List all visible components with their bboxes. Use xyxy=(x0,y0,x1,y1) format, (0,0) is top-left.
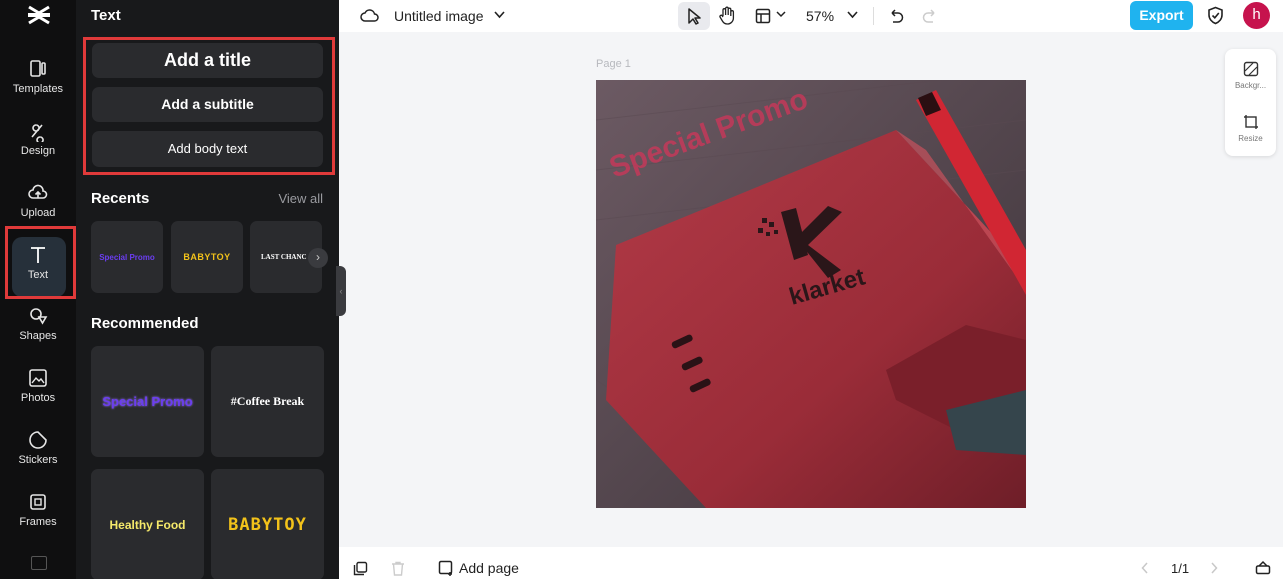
rail-label: Design xyxy=(20,145,56,157)
recents-heading: Recents xyxy=(91,190,150,207)
more-icon[interactable] xyxy=(31,556,47,570)
rail-item-stickers[interactable]: Stickers xyxy=(0,429,76,485)
resize-tool-label: Resize xyxy=(1238,134,1263,143)
design-icon xyxy=(31,124,44,142)
panel-title: Text xyxy=(91,7,121,24)
select-tool-button[interactable] xyxy=(678,2,710,30)
chevron-down-icon[interactable] xyxy=(847,11,858,19)
recommended-text-special-promo[interactable]: Special Promo xyxy=(91,346,204,457)
user-avatar[interactable]: h xyxy=(1243,2,1270,29)
frames-icon xyxy=(30,494,46,510)
recommended-text-healthy-food[interactable]: Healthy Food xyxy=(91,469,204,579)
rail-label: Photos xyxy=(20,392,56,404)
shield-check-icon[interactable] xyxy=(1207,6,1224,25)
redo-icon[interactable] xyxy=(922,8,938,23)
templates-icon xyxy=(30,60,46,77)
undo-icon[interactable] xyxy=(888,8,904,23)
chevron-right-icon[interactable] xyxy=(1210,562,1218,574)
photos-icon xyxy=(29,369,47,387)
rail-item-frames[interactable]: Frames xyxy=(0,491,76,547)
design-canvas[interactable]: klarket Special Promo xyxy=(596,80,1026,508)
page-label: Page 1 xyxy=(596,58,631,70)
canvas-photo: klarket Special Promo xyxy=(596,80,1026,508)
resize-tool[interactable]: Resize xyxy=(1225,114,1276,143)
recommended-text-babytoy[interactable]: BABYTOY xyxy=(211,469,324,579)
trash-icon[interactable] xyxy=(391,561,405,576)
resize-icon xyxy=(1243,115,1258,129)
recommended-heading: Recommended xyxy=(91,315,199,332)
view-all-link[interactable]: View all xyxy=(278,191,323,206)
highlight-box-panel xyxy=(83,37,335,175)
divider xyxy=(873,7,874,25)
rail-item-templates[interactable]: Templates xyxy=(0,58,76,114)
chevron-right-icon[interactable]: › xyxy=(308,248,328,268)
highlight-box-rail xyxy=(5,226,76,299)
hand-pan-icon[interactable] xyxy=(718,6,736,25)
chevron-left-icon[interactable] xyxy=(1141,562,1149,574)
cloud-save-icon[interactable] xyxy=(360,7,379,24)
rail-label: Stickers xyxy=(18,454,58,466)
side-tools-panel: Backgr... Resize xyxy=(1225,49,1276,156)
upload-cloud-icon xyxy=(28,184,48,199)
background-tool-label: Backgr... xyxy=(1234,81,1267,90)
rail-label: Shapes xyxy=(19,330,57,342)
duplicate-page-icon[interactable] xyxy=(353,561,368,576)
add-page-icon xyxy=(438,560,453,576)
cursor-arrow-icon xyxy=(688,8,701,25)
rail-item-photos[interactable]: Photos xyxy=(0,367,76,423)
add-page-button[interactable]: Add page xyxy=(459,552,519,579)
recent-text-special-promo[interactable]: Special Promo xyxy=(91,221,163,293)
chevron-down-icon[interactable] xyxy=(494,11,505,19)
pages-panel-icon[interactable] xyxy=(1255,560,1271,575)
rail-label: Frames xyxy=(19,516,57,528)
page-counter: 1/1 xyxy=(1171,560,1190,576)
rail-item-shapes[interactable]: Shapes xyxy=(0,305,76,361)
recent-text-babytoy[interactable]: BABYTOY xyxy=(171,221,243,293)
capcut-logo[interactable] xyxy=(27,4,51,26)
background-tool[interactable]: Backgr... xyxy=(1225,61,1276,90)
zoom-level[interactable]: 57% xyxy=(806,0,834,32)
rail-label: Templates xyxy=(12,83,64,95)
shapes-icon xyxy=(30,308,48,325)
layout-icon[interactable] xyxy=(755,8,771,24)
chevron-down-icon[interactable] xyxy=(776,11,786,18)
rail-label: Upload xyxy=(20,207,56,219)
collapse-panel-handle[interactable]: ‹ xyxy=(336,266,346,316)
rail-item-design[interactable]: Design xyxy=(0,120,76,176)
background-icon xyxy=(1243,61,1258,77)
recommended-text-coffee-break[interactable]: #Coffee Break xyxy=(211,346,324,457)
document-title[interactable]: Untitled image xyxy=(394,0,484,32)
stickers-icon xyxy=(29,431,47,449)
export-button[interactable]: Export xyxy=(1130,1,1193,30)
